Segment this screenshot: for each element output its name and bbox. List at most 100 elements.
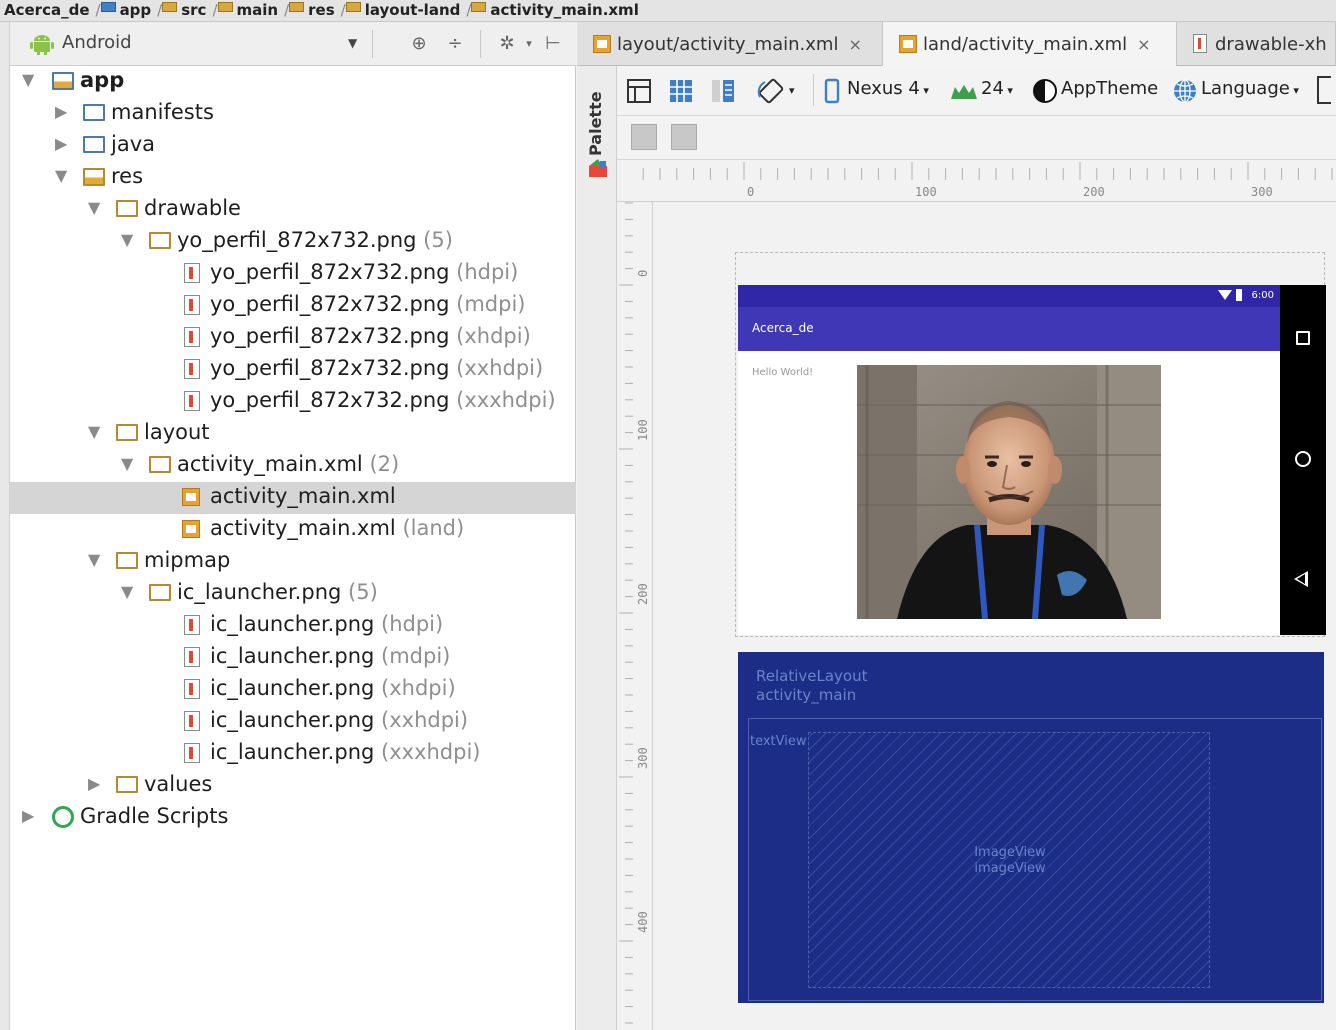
tree-item[interactable]: ▼ layout bbox=[10, 418, 576, 450]
collapse-arrow-icon[interactable]: ▶ bbox=[88, 774, 100, 793]
palette-strip[interactable]: Palette bbox=[577, 66, 617, 1030]
collapse-arrow-icon[interactable]: ▶ bbox=[55, 102, 67, 121]
chevron-down-icon[interactable]: ▾ bbox=[516, 31, 542, 57]
tree-item-name: yo_perfil_872x732.png bbox=[210, 356, 450, 380]
breadcrumb-item[interactable]: app bbox=[116, 3, 158, 18]
tree-item[interactable]: ▶ Gradle Scripts bbox=[10, 802, 576, 834]
tree-item[interactable]: ic_launcher.png (hdpi) bbox=[10, 610, 576, 642]
breadcrumb-item[interactable]: activity_main.xml bbox=[486, 3, 644, 18]
project-view-selector[interactable]: Android bbox=[62, 32, 132, 53]
tool-window-strip bbox=[0, 22, 10, 1030]
tree-item[interactable]: ▼ mipmap bbox=[10, 546, 576, 578]
blueprint-layout-title: RelativeLayout activity_main bbox=[756, 667, 867, 705]
expand-arrow-icon[interactable]: ▼ bbox=[88, 422, 100, 441]
tree-item[interactable]: yo_perfil_872x732.png (hdpi) bbox=[10, 258, 576, 290]
zoom-in-icon[interactable] bbox=[671, 124, 697, 150]
close-icon[interactable]: × bbox=[848, 35, 861, 54]
expand-arrow-icon[interactable]: ▼ bbox=[22, 70, 34, 89]
device-preview[interactable]: 6:00 Acerca_de Hello World! bbox=[738, 285, 1326, 635]
tree-item[interactable]: yo_perfil_872x732.png (xxhdpi) bbox=[10, 354, 576, 386]
blueprint-textview[interactable]: textView bbox=[750, 734, 807, 749]
ruler-left: 0 100 200 300 400 bbox=[617, 202, 653, 1030]
tree-item[interactable]: yo_perfil_872x732.png (xhdpi) bbox=[10, 322, 576, 354]
tree-item[interactable]: ▼ app bbox=[10, 66, 576, 98]
expand-arrow-icon[interactable]: ▼ bbox=[55, 166, 67, 185]
language-selector[interactable]: Language ▾ bbox=[1201, 78, 1299, 99]
chevron-down-icon[interactable]: ▾ bbox=[789, 84, 795, 97]
tree-item-qualifier: (mdpi) bbox=[449, 292, 526, 316]
tree-item-qualifier: (5) bbox=[416, 228, 453, 252]
hide-panel-icon[interactable]: ⊢ bbox=[540, 31, 566, 57]
blueprint-imageview[interactable]: ImageView imageView bbox=[808, 732, 1210, 988]
breadcrumb-item[interactable]: src bbox=[177, 3, 212, 18]
sync-icon[interactable]: ⊕ bbox=[406, 31, 432, 57]
editor-tab[interactable]: drawable-xh bbox=[1177, 22, 1336, 66]
breadcrumb-item[interactable]: main bbox=[233, 3, 285, 18]
expand-arrow-icon[interactable]: ▼ bbox=[121, 230, 133, 249]
close-icon[interactable]: × bbox=[1137, 35, 1150, 54]
editor-tab[interactable]: land/activity_main.xml × bbox=[883, 22, 1177, 66]
chevron-down-icon[interactable]: ▼ bbox=[348, 36, 357, 50]
image-file-icon bbox=[184, 295, 200, 315]
blueprint-view-icon[interactable] bbox=[667, 77, 695, 105]
palette-label[interactable]: Palette bbox=[586, 91, 605, 156]
split-view-icon[interactable] bbox=[709, 77, 737, 105]
home-icon[interactable] bbox=[1295, 451, 1311, 467]
tree-item[interactable]: ic_launcher.png (xxxhdpi) bbox=[10, 738, 576, 770]
blueprint-view[interactable]: RelativeLayout activity_main textView Im… bbox=[738, 652, 1324, 1003]
editor-tab[interactable]: layout/activity_main.xml × bbox=[577, 22, 883, 66]
expand-arrow-icon[interactable]: ▼ bbox=[88, 198, 100, 217]
tree-item-label: java bbox=[111, 132, 155, 156]
theme-selector[interactable]: AppTheme bbox=[1061, 78, 1158, 99]
expand-arrow-icon[interactable]: ▼ bbox=[121, 582, 133, 601]
toolbar-separator bbox=[372, 30, 373, 58]
phone-icon bbox=[824, 78, 840, 104]
tree-item[interactable]: ▶ values bbox=[10, 770, 576, 802]
resources-folder-icon bbox=[83, 168, 105, 186]
hello-textview[interactable]: Hello World! bbox=[752, 367, 813, 378]
collapse-arrow-icon[interactable]: ▶ bbox=[55, 134, 67, 153]
tree-item[interactable]: ic_launcher.png (mdpi) bbox=[10, 642, 576, 674]
collapse-all-icon[interactable]: ÷ bbox=[442, 31, 468, 57]
tree-item[interactable]: activity_main.xml (land) bbox=[10, 514, 576, 546]
tree-item-label: ic_launcher.png (hdpi) bbox=[210, 612, 443, 636]
profile-photo[interactable] bbox=[857, 365, 1161, 619]
api-level-selector[interactable]: 24 ▾ bbox=[981, 78, 1013, 99]
ruler-left-label: 0 bbox=[636, 270, 650, 277]
tree-item[interactable]: ▼ activity_main.xml (2) bbox=[10, 450, 576, 482]
breadcrumb-item[interactable]: res bbox=[304, 3, 341, 18]
tree-item[interactable]: activity_main.xml bbox=[10, 482, 576, 514]
folder-icon bbox=[100, 2, 116, 12]
tree-item[interactable]: ▼ res bbox=[10, 162, 576, 194]
ruler-top-label: 0 bbox=[747, 185, 754, 199]
expand-arrow-icon[interactable]: ▼ bbox=[88, 550, 100, 569]
palette-icon[interactable] bbox=[588, 158, 608, 178]
tree-item[interactable]: yo_perfil_872x732.png (mdpi) bbox=[10, 290, 576, 322]
tree-item-label: manifests bbox=[111, 100, 214, 124]
collapse-arrow-icon[interactable]: ▶ bbox=[22, 806, 34, 825]
expand-arrow-icon[interactable]: ▼ bbox=[121, 454, 133, 473]
back-icon[interactable] bbox=[1294, 571, 1308, 587]
breadcrumb-item[interactable]: Acerca_de bbox=[0, 3, 96, 18]
more-icon[interactable] bbox=[1317, 76, 1331, 104]
tree-item[interactable]: ic_launcher.png (xhdpi) bbox=[10, 674, 576, 706]
tree-item[interactable]: ▼ drawable bbox=[10, 194, 576, 226]
zoom-out-icon[interactable] bbox=[631, 124, 657, 150]
recents-icon[interactable] bbox=[1296, 331, 1310, 345]
tree-item-qualifier: (land) bbox=[395, 516, 465, 540]
tree-item[interactable]: ▶ java bbox=[10, 130, 576, 162]
tree-item-qualifier: (xxhdpi) bbox=[449, 356, 544, 380]
design-view-icon[interactable] bbox=[625, 77, 653, 105]
breadcrumb-item[interactable]: layout-land bbox=[361, 3, 467, 18]
orientation-icon[interactable] bbox=[757, 77, 785, 105]
globe-icon bbox=[1174, 79, 1196, 103]
device-selector[interactable]: Nexus 4 ▾ bbox=[847, 78, 929, 99]
tree-item-qualifier: (5) bbox=[341, 580, 378, 604]
tree-item-label: res bbox=[111, 164, 143, 188]
tree-item[interactable]: yo_perfil_872x732.png (xxxhdpi) bbox=[10, 386, 576, 418]
tree-item-name: drawable bbox=[144, 196, 241, 220]
tree-item[interactable]: ▼ ic_launcher.png (5) bbox=[10, 578, 576, 610]
tree-item[interactable]: ▶ manifests bbox=[10, 98, 576, 130]
tree-item[interactable]: ic_launcher.png (xxhdpi) bbox=[10, 706, 576, 738]
tree-item[interactable]: ▼ yo_perfil_872x732.png (5) bbox=[10, 226, 576, 258]
